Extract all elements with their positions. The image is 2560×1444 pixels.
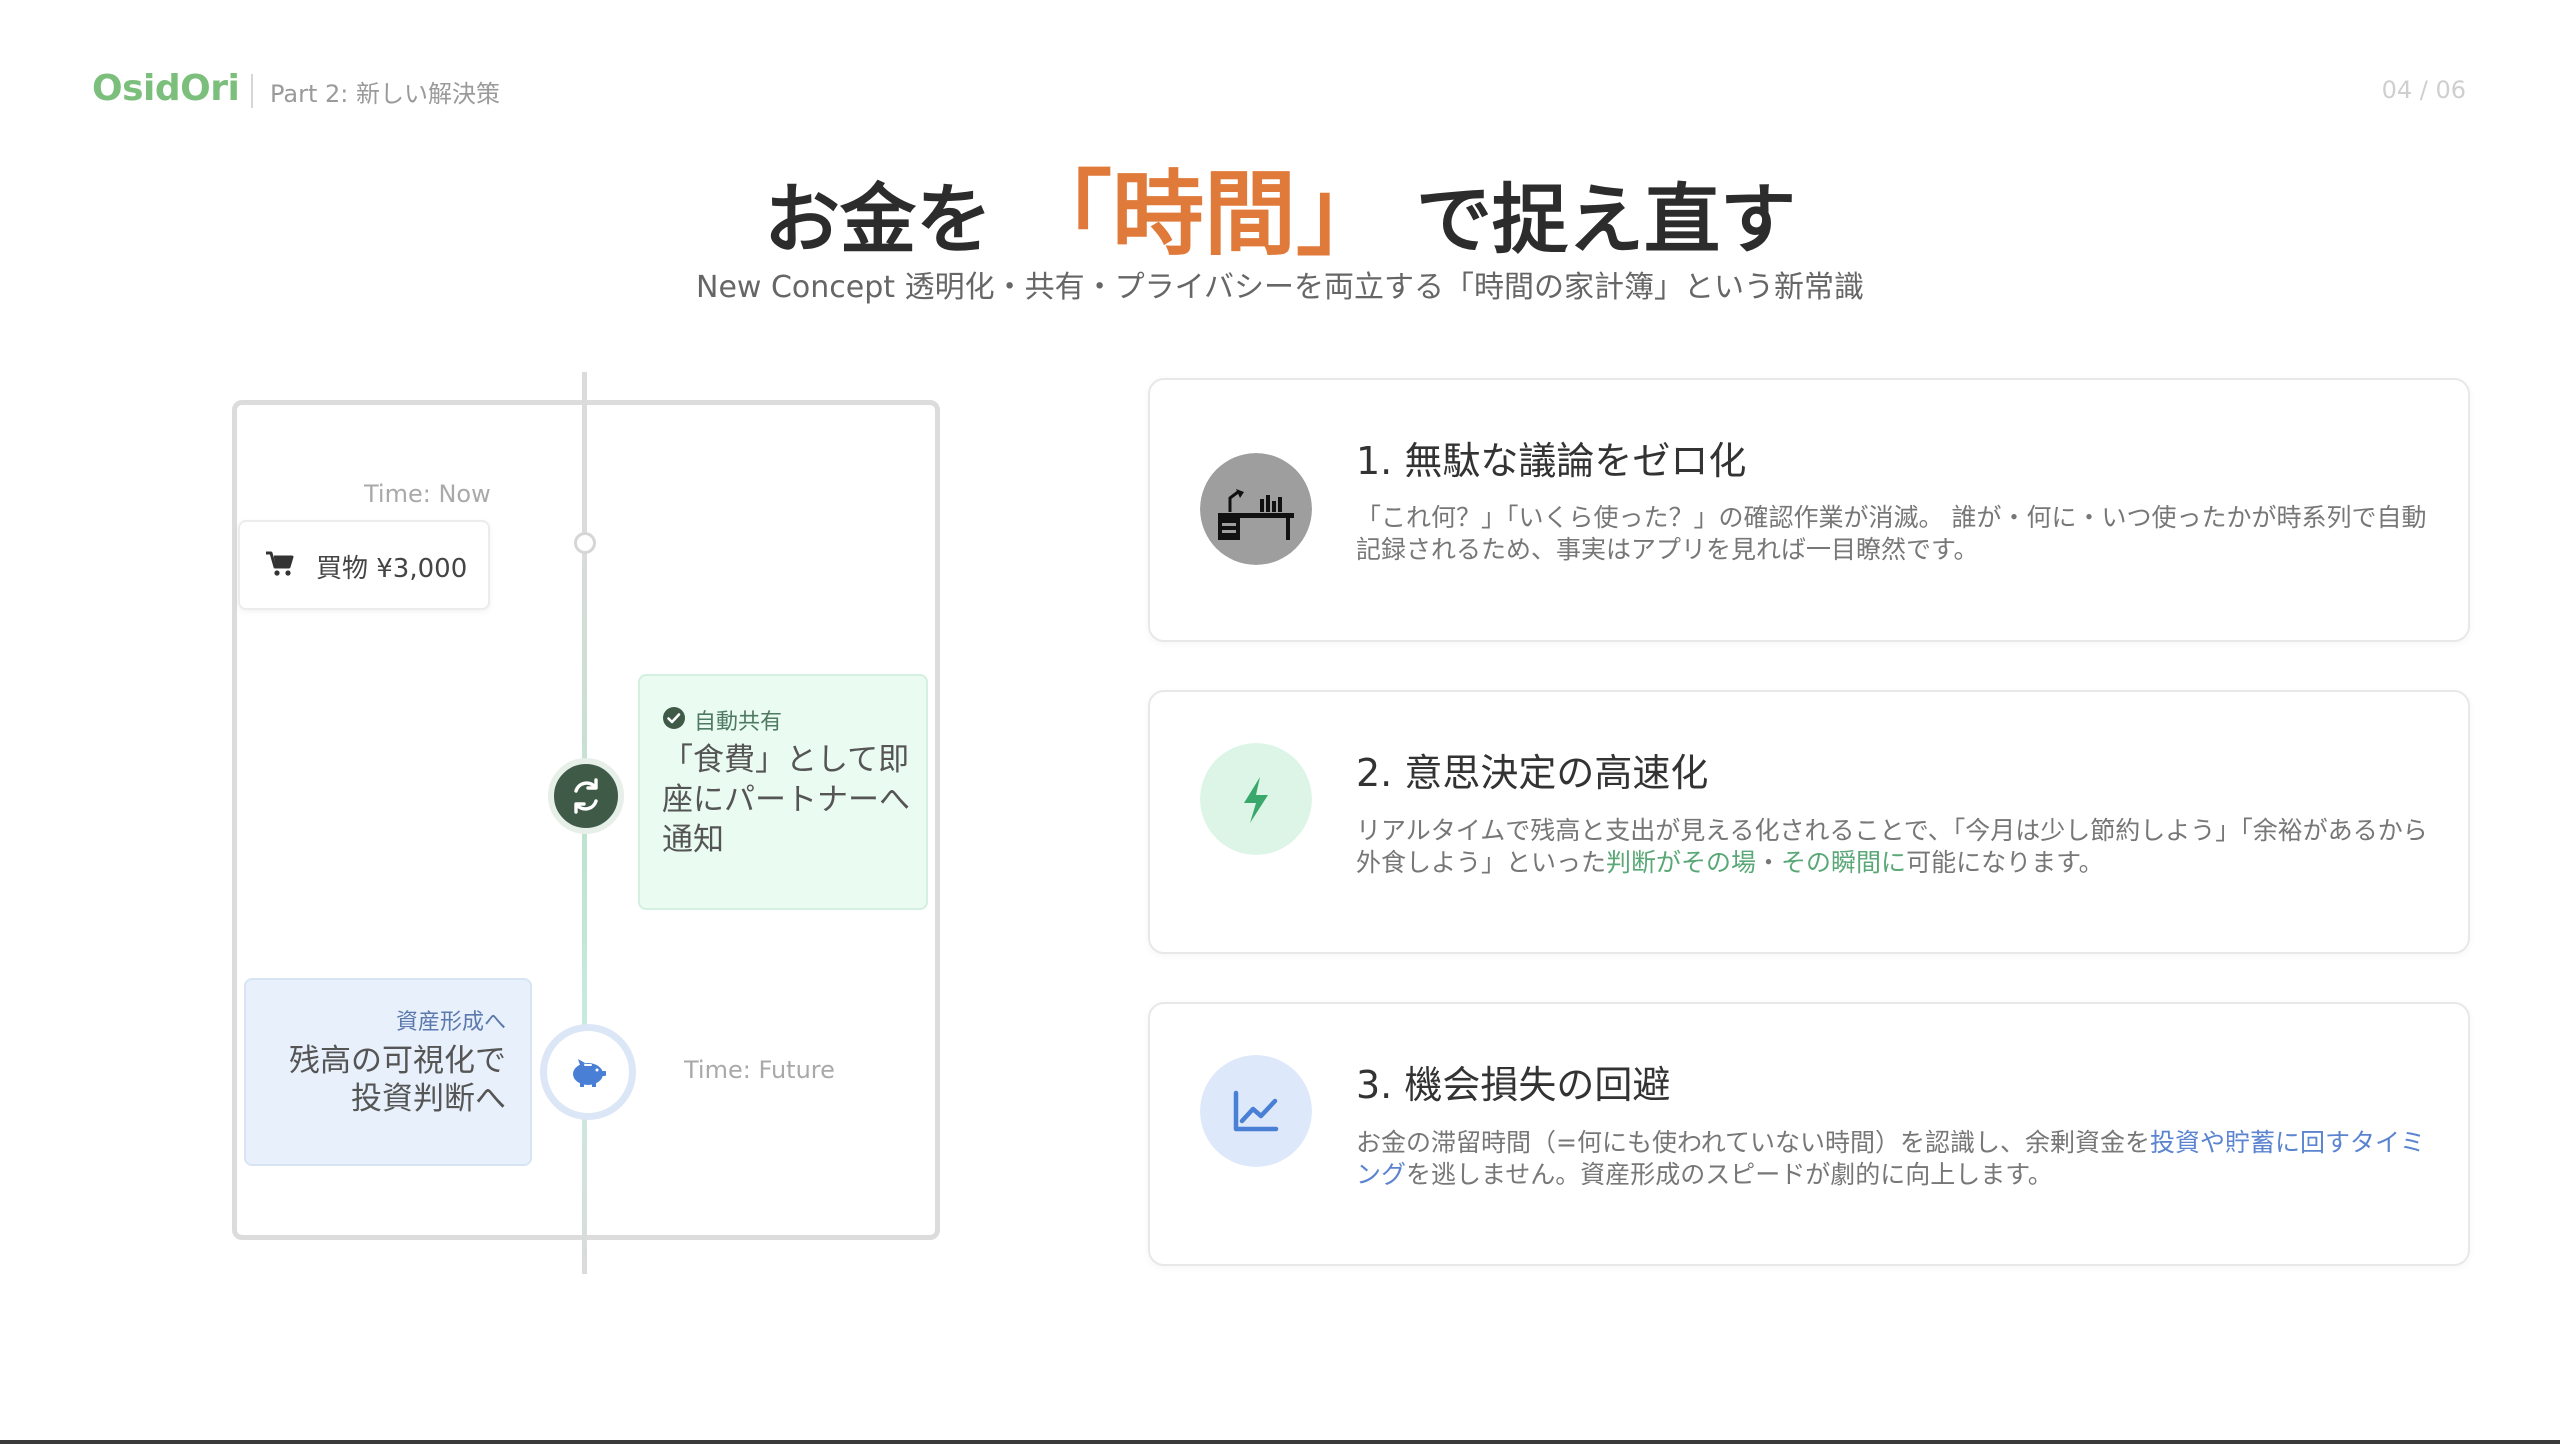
feature-2-desc: リアルタイムで残高と支出が見える化されることで、「今月は少し節約しよう」「余裕が…	[1356, 815, 2446, 879]
time-now-label: Time: Now	[364, 480, 491, 508]
page-title: お金を 「時間」 で捉え直す	[0, 140, 2560, 273]
brand-logo: OsidOri	[92, 68, 240, 109]
timeline-axis-progress	[582, 560, 587, 1260]
page-subtitle: New Concept 透明化・共有・プライバシーを両立する「時間の家計簿」とい…	[696, 270, 1864, 305]
bottom-border	[0, 1440, 2560, 1444]
cart-icon	[266, 551, 294, 576]
piggy-bank-icon	[573, 1059, 606, 1087]
feature-2-desc-post: 可能になります。	[1906, 848, 2104, 877]
timeline-node-now	[574, 532, 596, 554]
time-future-label: Time: Future	[684, 1056, 835, 1084]
auto-share-text: 「食費」として即座にパートナーへ通知	[662, 742, 910, 858]
feature-3-desc: お金の滞留時間（=何にも使われていない時間）を認識し、余剰資金を投資や貯蓄に回す…	[1356, 1127, 2446, 1191]
auto-share-label: 自動共有	[694, 710, 783, 735]
asset-text-line1: 残高の可視化で	[289, 1043, 506, 1079]
chart-line-icon	[1200, 1055, 1312, 1167]
feature-2-desc-highlight-1: 判断がその場	[1606, 848, 1757, 877]
asset-text: 残高の可視化で 投資判断へ	[244, 1042, 506, 1118]
purchase-text: 買物 ¥3,000	[316, 554, 468, 584]
feature-2-desc-highlight-2: その瞬間に	[1781, 848, 1907, 877]
title-prefix: お金を	[763, 175, 992, 264]
feature-3-desc-post: を逃しません。資産形成のスピードが劇的に向上します。	[1406, 1160, 2053, 1189]
section-label: Part 2: 新しい解決策	[270, 80, 500, 108]
feature-2-desc-mid: ・	[1756, 848, 1782, 877]
sync-icon	[574, 778, 598, 814]
title-suffix: で捉え直す	[1416, 175, 1796, 264]
feature-3-desc-pre: お金の滞留時間（=何にも使われていない時間）を認識し、余剰資金を	[1356, 1128, 2150, 1157]
check-circle-icon	[663, 707, 685, 729]
desk-icon	[1200, 453, 1312, 565]
page-number: 04 / 06	[2381, 76, 2466, 104]
feature-1-title: 1. 無駄な議論をゼロ化	[1356, 439, 1747, 483]
asset-label: 資産形成へ	[395, 1010, 506, 1035]
title-highlight: 「時間」	[1019, 161, 1388, 268]
feature-2-title: 2. 意思決定の高速化	[1356, 751, 1709, 795]
lightning-icon	[1200, 743, 1312, 855]
asset-text-line2: 投資判断へ	[351, 1081, 506, 1117]
header-divider	[251, 74, 253, 108]
feature-1-desc: 「これ何？」「いくら使った？」の確認作業が消滅。 誰が・何に・いつ使ったかが時系…	[1356, 503, 2427, 564]
feature-3-title: 3. 機会損失の回避	[1356, 1063, 1671, 1107]
